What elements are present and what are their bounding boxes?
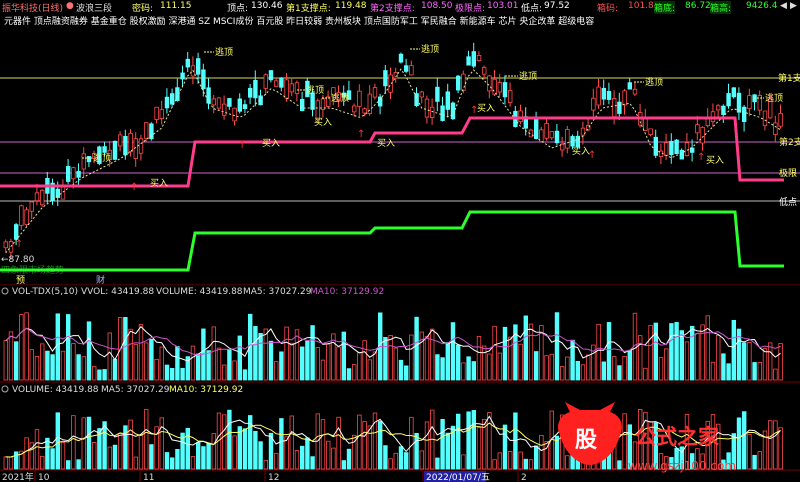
buy-arrow-icon: ↑	[470, 105, 478, 116]
xaxis-year: 2021年	[2, 471, 34, 482]
support1-value: 119.48	[335, 1, 367, 11]
signal-buy-7: 买入	[706, 155, 724, 166]
box-bottom-value: 86.72	[685, 1, 711, 11]
chart-stage: 逃顶 逃顶 逃顶 逃顶 逃顶 逃顶 逃顶 逃顶 买入 买入 买入 买入 买入 买…	[0, 0, 800, 482]
signal-top-3: 逃顶	[519, 70, 537, 82]
buy-arrow-icon: ↑	[697, 152, 705, 163]
indicator-name[interactable]: 波浪三段	[76, 1, 112, 14]
right-label-low: 低点	[779, 196, 797, 208]
box-top-value: 9426.4	[746, 1, 778, 11]
xaxis-dec: 12	[268, 473, 279, 482]
moving-average-line	[5, 68, 781, 254]
limit-value: 103.01	[487, 1, 519, 11]
signal-top-2: 逃顶	[421, 43, 439, 55]
xaxis-feb: 2	[521, 473, 527, 482]
signal-top-6: 逃顶	[306, 84, 324, 96]
panel1-vvol: VVOL: 43419.88	[81, 287, 154, 297]
panel1-ma5: MA5: 37027.29	[243, 287, 312, 297]
buy-arrow-icon: ↑	[238, 140, 246, 151]
panel1-name: VOL-TDX(5,10)	[12, 287, 78, 297]
box-bottom-label: 箱底:	[654, 1, 676, 14]
panel1-volume: VOLUME: 43419.88	[156, 287, 243, 297]
xaxis-cursor-date: 2022/01/07/五	[426, 473, 490, 482]
scroll-right-icon[interactable]: ▶	[790, 1, 797, 11]
buy-arrow-icon: ↑	[130, 182, 138, 193]
top-value: 130.46	[251, 1, 283, 11]
support1-label: 第1支撑点:	[286, 4, 331, 14]
watermark-url: www.gszj100.com	[628, 459, 736, 473]
panel2-volume: VOLUME: 43419.88	[12, 385, 99, 395]
secret-value: 111.15	[160, 1, 192, 11]
marker-pre: 预	[16, 275, 25, 286]
box-code-label: 箱码:	[597, 4, 619, 14]
panel1-toggle-icon[interactable]	[1, 287, 9, 295]
support2-label: 第2支撑点:	[370, 4, 415, 14]
header-bar: 振华科技(日线) ● 波浪三段 密码: 111.15 顶点: 130.46 第1…	[0, 0, 800, 14]
signal-top-1: 逃顶	[215, 46, 233, 58]
panel2-ma5: MA5: 37027.29	[101, 385, 170, 395]
panel2-toggle-icon[interactable]	[1, 385, 9, 393]
signal-buy-2: 买入	[262, 138, 280, 149]
secret-label: 密码:	[132, 4, 154, 14]
signal-buy-4: 买入	[314, 117, 332, 128]
xaxis-nov: 11	[143, 473, 154, 482]
support2-value: 108.50	[421, 1, 453, 11]
marker-finance: 财	[96, 274, 105, 286]
box-top-label: 箱高:	[710, 1, 732, 14]
limit-label: 极限点:	[455, 4, 486, 14]
low-label: 低点:	[521, 4, 543, 14]
bottom-step-line	[0, 210, 784, 272]
signal-top-5: 逃顶	[765, 92, 783, 104]
signal-buy-1: 买入	[150, 178, 168, 189]
signal-top-4: 逃顶	[645, 76, 663, 88]
toggle-circle-icon[interactable]: ●	[66, 1, 74, 11]
buy-arrow-icon: ↑	[15, 239, 23, 250]
panel1-ma10: MA10: 37129.92	[310, 287, 384, 297]
signal-top-7: 逃顶	[331, 92, 349, 104]
top-label: 顶点:	[227, 4, 249, 14]
concept-tags: 元器件 顶点融资融券 基金重仓 股权激励 深港通 SZ MSCI成份 百元股 昨…	[4, 17, 595, 27]
low-value: 97.52	[544, 1, 570, 11]
xaxis-oct: 10	[38, 473, 50, 482]
watermark-logo-char: 股	[575, 428, 597, 453]
right-label-support1: 第1支	[778, 72, 800, 84]
scroll-left-icon[interactable]: ◀	[780, 1, 787, 11]
buy-arrow-icon: ↑	[357, 129, 365, 140]
right-label-support2: 第2支	[779, 136, 800, 148]
signal-top-8: 逃顶	[93, 152, 111, 164]
low-price-label: ←87.80	[1, 255, 35, 265]
panel2-ma10: MA10: 37129.92	[169, 385, 243, 395]
watermark-title: 公式之家	[635, 425, 720, 449]
stock-title[interactable]: 振华科技(日线)	[2, 1, 63, 14]
buy-arrow-icon: ↑	[588, 150, 596, 161]
right-label-limit: 极限	[779, 167, 797, 179]
signal-buy-3: 买入	[377, 138, 395, 149]
signal-buy-5: 买入	[477, 103, 495, 114]
trend-caption: 四象限市场趋势	[1, 264, 64, 276]
